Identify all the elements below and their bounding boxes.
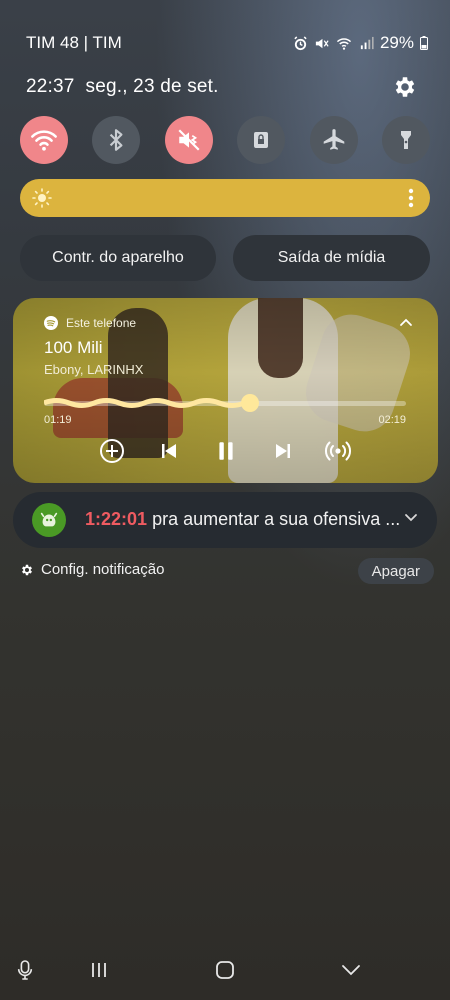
- notification-timer: 1:22:01: [85, 509, 148, 529]
- navigation-bar: [0, 955, 450, 985]
- mute-icon: [178, 129, 200, 151]
- mic-icon: [17, 960, 33, 980]
- pause-button[interactable]: [211, 436, 241, 466]
- track-title: 100 Mili: [44, 338, 103, 357]
- add-button[interactable]: [97, 436, 127, 466]
- spotify-icon: [44, 316, 58, 330]
- pause-icon: [219, 442, 233, 460]
- qs-bluetooth-toggle[interactable]: [92, 116, 141, 164]
- flashlight-icon: [400, 131, 411, 149]
- notification-settings-label: Config. notificação: [41, 561, 165, 578]
- recents-icon: [92, 963, 106, 977]
- bluetooth-icon: [110, 129, 123, 151]
- clock-time: 22:37: [26, 76, 75, 97]
- skip-next-icon: [276, 444, 290, 458]
- home-icon: [216, 961, 234, 979]
- wifi-icon: [31, 130, 57, 151]
- notification-text: 1:22:01 pra aumentar a sua ofensiva ...: [85, 509, 400, 530]
- battery-icon: [420, 36, 428, 50]
- chevron-up-icon[interactable]: [398, 316, 414, 328]
- gear-icon: [22, 564, 32, 575]
- seek-progress: [44, 398, 246, 408]
- duolingo-icon: [40, 512, 58, 527]
- plus-circle-icon: [100, 439, 124, 463]
- gear-icon: [395, 77, 415, 97]
- qs-airplane-toggle[interactable]: [309, 116, 358, 164]
- qs-mute-toggle[interactable]: [164, 116, 213, 164]
- home-button[interactable]: [212, 955, 238, 985]
- qs-flashlight-toggle[interactable]: [381, 116, 430, 164]
- recents-button[interactable]: [86, 955, 112, 985]
- hide-keyboard-button[interactable]: [338, 955, 364, 985]
- broadcast-icon: [325, 441, 351, 461]
- status-bar: TIM 48 | TIM 29%: [26, 30, 428, 56]
- media-source-label: Este telefone: [66, 316, 137, 330]
- cast-button[interactable]: [323, 436, 353, 466]
- playback-controls: [97, 436, 357, 466]
- battery-percent: 29%: [379, 33, 414, 52]
- track-artist: Ebony, LARINHX: [44, 362, 144, 377]
- notification-message: pra aumentar a sua ofensiva ...: [152, 509, 401, 529]
- qs-rotation-lock-toggle[interactable]: [237, 116, 286, 164]
- notification-settings-link[interactable]: Config. notificação: [20, 561, 164, 578]
- seek-thumb[interactable]: [241, 394, 260, 412]
- settings-button[interactable]: [392, 74, 418, 100]
- alarm-icon: [294, 35, 307, 50]
- elapsed-time: 01:19: [44, 414, 72, 426]
- hide-keyboard-icon: [342, 965, 360, 976]
- brightness-slider[interactable]: [20, 179, 430, 217]
- media-source: Este telefone: [44, 316, 136, 330]
- wifi-icon: [336, 37, 352, 50]
- mic-button[interactable]: [12, 955, 38, 985]
- date-time: 22:37 seg., 23 de set.: [26, 76, 219, 98]
- mute-icon: [315, 38, 329, 48]
- previous-button[interactable]: [154, 436, 184, 466]
- airplane-icon: [323, 129, 344, 150]
- skip-previous-icon: [162, 444, 176, 458]
- app-icon: [32, 503, 66, 537]
- date-label: seg., 23 de set.: [85, 76, 219, 97]
- total-time: 02:19: [378, 414, 406, 426]
- status-icons: 29%: [293, 33, 428, 53]
- chevron-down-icon[interactable]: [403, 512, 419, 524]
- media-output-button[interactable]: Saída de mídia: [233, 235, 430, 281]
- notification-card[interactable]: 1:22:01 pra aumentar a sua ofensiva ...: [13, 492, 437, 548]
- device-control-button[interactable]: Contr. do aparelho: [20, 235, 216, 281]
- carrier-label: TIM 48 | TIM: [26, 33, 122, 52]
- lock-icon: [254, 132, 269, 148]
- media-player[interactable]: Este telefone 100 Mili Ebony, LARINHX 01…: [13, 298, 438, 483]
- quick-settings: [20, 116, 430, 164]
- qs-wifi-toggle[interactable]: [20, 116, 68, 164]
- clear-button[interactable]: Apagar: [357, 558, 434, 584]
- sun-icon: [32, 188, 52, 208]
- seek-bar[interactable]: [44, 394, 406, 412]
- next-button[interactable]: [268, 436, 298, 466]
- signal-icon: [360, 36, 374, 49]
- more-options-icon[interactable]: [408, 188, 414, 208]
